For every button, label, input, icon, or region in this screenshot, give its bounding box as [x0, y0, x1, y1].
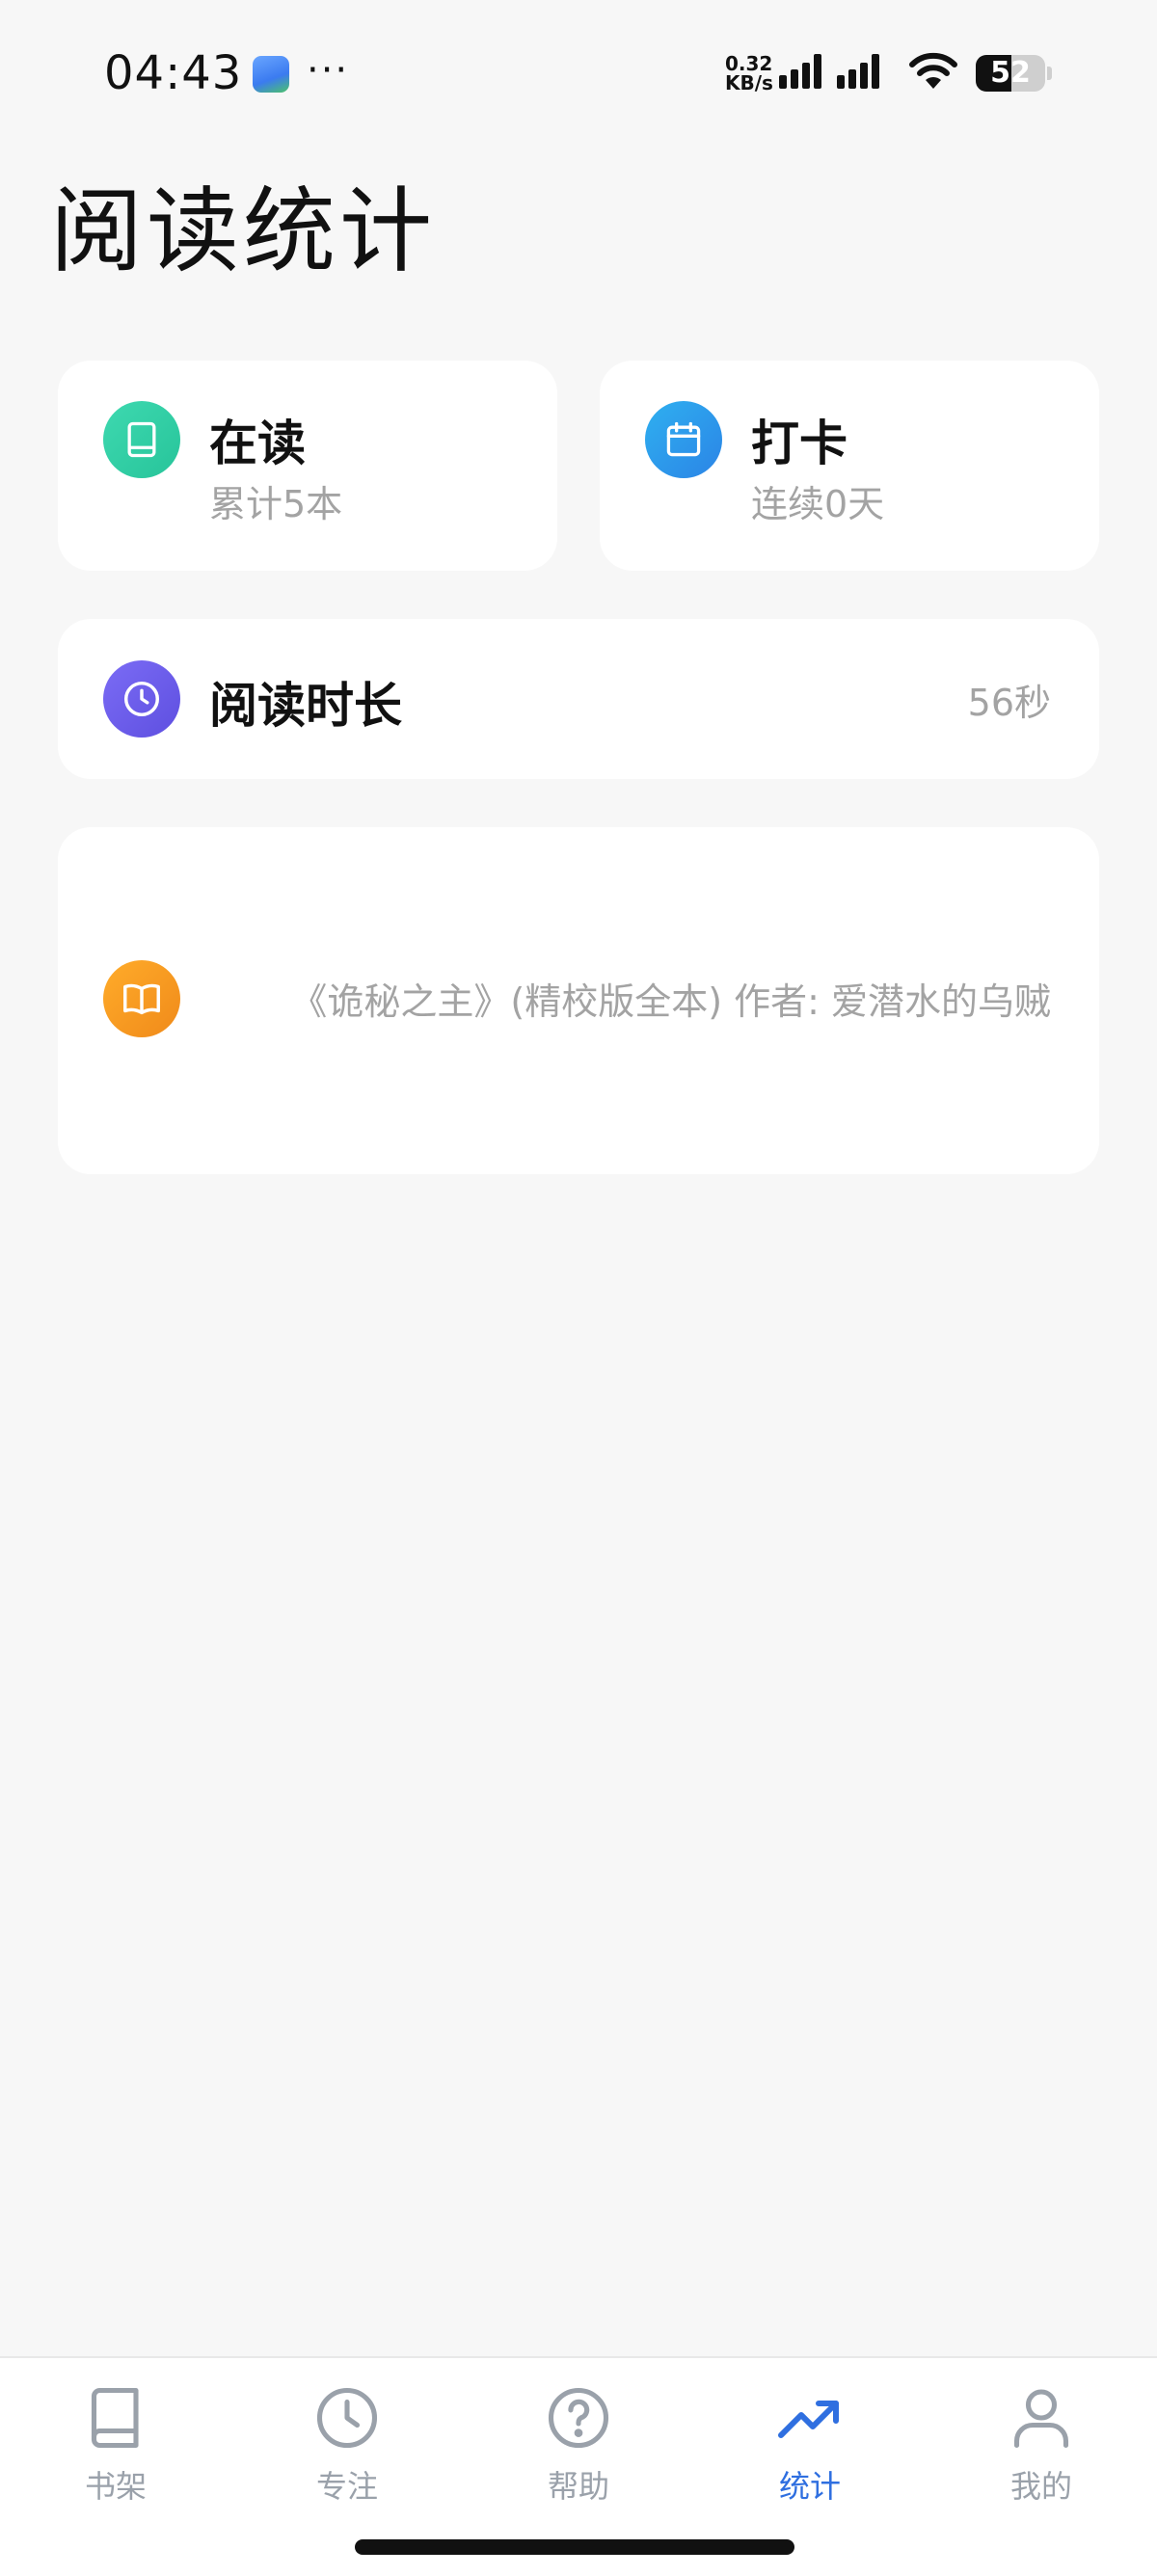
clock-icon — [103, 660, 180, 738]
nav-bookshelf-label: 书架 — [84, 2468, 147, 2505]
reading-duration-card[interactable]: 阅读时长 56秒 — [58, 619, 1099, 779]
wifi-icon — [909, 52, 957, 89]
network-speed-value: 0.32 — [725, 52, 773, 75]
nav-mine-label: 我的 — [1009, 2468, 1072, 2505]
notification-app-icon — [253, 56, 289, 93]
recent-book-card[interactable]: 《诡秘之主》(精校版全本) 作者: 爱潜水的乌贼 — [58, 827, 1099, 1174]
calendar-icon — [645, 401, 722, 478]
clock-icon — [316, 2387, 378, 2449]
checkin-streak: 连续0天 — [751, 483, 885, 525]
nav-mine[interactable]: 我的 — [964, 2383, 1118, 2528]
checkin-title: 打卡 — [751, 416, 848, 471]
battery-tip — [1047, 67, 1052, 80]
nav-help-label: 帮助 — [547, 2468, 609, 2505]
recent-book-title: 《诡秘之主》(精校版全本) 作者: 爱潜水的乌贼 — [290, 980, 1051, 1023]
page-title: 阅读统计 — [50, 177, 436, 285]
book-icon — [103, 401, 180, 478]
battery-icon: 52 — [976, 55, 1045, 92]
network-speed-unit: KB/s — [725, 71, 773, 94]
status-bar: 04:43 ··· 0.32 KB/s 52 — [0, 0, 1157, 145]
nav-bookshelf[interactable]: 书架 — [39, 2383, 193, 2528]
nav-statistics-label: 统计 — [778, 2468, 841, 2505]
duration-value: 56秒 — [967, 682, 1051, 724]
more-notifications-icon: ··· — [307, 48, 350, 93]
home-indicator[interactable] — [355, 2539, 794, 2555]
nav-statistics[interactable]: 统计 — [733, 2383, 887, 2528]
network-speed: 0.32 KB/s — [725, 54, 773, 93]
status-time: 04:43 — [104, 46, 243, 100]
help-icon — [548, 2387, 609, 2449]
open-book-icon — [103, 960, 180, 1037]
nav-focus[interactable]: 专注 — [270, 2383, 424, 2528]
reading-card[interactable]: 在读 累计5本 — [58, 361, 557, 571]
reading-title: 在读 — [209, 416, 306, 471]
duration-title: 阅读时长 — [209, 678, 402, 734]
nav-help[interactable]: 帮助 — [501, 2383, 656, 2528]
battery-level: 52 — [990, 56, 1031, 90]
signal-icon — [779, 54, 879, 89]
reading-total: 累计5本 — [209, 483, 343, 525]
checkin-card[interactable]: 打卡 连续0天 — [600, 361, 1099, 571]
nav-focus-label: 专注 — [315, 2468, 378, 2505]
bookshelf-icon — [91, 2387, 139, 2449]
trend-icon — [778, 2401, 839, 2438]
user-icon — [1013, 2389, 1069, 2449]
